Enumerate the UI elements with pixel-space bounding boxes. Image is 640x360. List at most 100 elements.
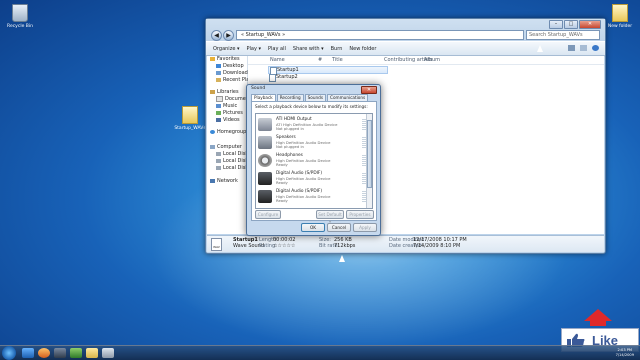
network-icon xyxy=(210,179,215,183)
new-folder-button[interactable]: New folder xyxy=(349,46,376,52)
device-list-scrollbar[interactable] xyxy=(366,114,372,208)
file-name: Startup1 xyxy=(277,67,299,73)
ie-icon[interactable] xyxy=(22,348,34,358)
taskbar: 2:03 PM 7/14/2009 xyxy=(0,345,640,360)
desktop-icon-startup-folder[interactable]: Startup_WAVs xyxy=(170,106,210,131)
explorer-taskbar-icon[interactable] xyxy=(86,348,98,358)
mouse-pointer-icon xyxy=(339,255,345,262)
startup-folder-label: Startup_WAVs xyxy=(174,126,206,131)
nav-label: Videos xyxy=(223,117,240,123)
nav-label: Music xyxy=(223,103,238,109)
file-row[interactable]: Startup1 xyxy=(268,66,388,75)
nav-music[interactable]: Music xyxy=(216,103,237,109)
maximize-button[interactable]: □ xyxy=(564,20,578,29)
nav-homegroup[interactable]: Homegroup xyxy=(210,129,246,135)
disk-icon xyxy=(216,166,221,170)
wav-file-large-icon: WAV xyxy=(211,238,222,251)
disk-icon xyxy=(216,159,221,163)
scrollbar-thumb[interactable] xyxy=(367,120,372,188)
nav-favorites[interactable]: Favorites xyxy=(210,56,240,62)
mouse-pointer-icon xyxy=(537,45,543,52)
device-item[interactable]: Digital Audio (S/PDIF) High Definition A… xyxy=(256,188,366,205)
recent-places-icon xyxy=(216,78,221,82)
nav-desktop[interactable]: Desktop xyxy=(216,63,244,69)
sound-taskbar-icon[interactable] xyxy=(102,348,114,358)
media-player-icon[interactable] xyxy=(54,348,66,358)
speakers-icon xyxy=(258,136,272,149)
nav-computer[interactable]: Computer xyxy=(210,144,242,150)
nav-label: Pictures xyxy=(223,110,243,116)
view-options-icon[interactable] xyxy=(568,45,575,51)
start-button[interactable] xyxy=(2,346,16,360)
music-icon xyxy=(216,104,221,108)
minimize-button[interactable]: – xyxy=(549,20,563,29)
column-title[interactable]: Title xyxy=(332,57,343,63)
device-status: Not plugged in xyxy=(276,144,304,149)
share-with-button[interactable]: Share with ▾ xyxy=(293,46,324,52)
configure-button[interactable]: Configure xyxy=(255,210,281,219)
nav-network[interactable]: Network xyxy=(210,178,238,184)
desktop-icon-recycle-bin[interactable]: Recycle Bin xyxy=(0,4,40,29)
organize-button[interactable]: Organize ▾ xyxy=(213,46,240,52)
address-bar[interactable]: « Startup_WAVs » xyxy=(236,30,524,40)
device-item[interactable]: Headphones High Definition Audio Device … xyxy=(256,152,366,169)
play-button[interactable]: Play ▾ xyxy=(247,46,262,52)
tab-communications[interactable]: Communications xyxy=(327,94,369,101)
sound-dialog[interactable]: Sound ✕ Playback Recording Sounds Commun… xyxy=(246,84,381,236)
device-status: Ready xyxy=(276,162,288,167)
set-default-button[interactable]: Set Default ▾ xyxy=(316,210,344,224)
tab-sounds[interactable]: Sounds xyxy=(304,94,327,101)
file-type-tag: WAV xyxy=(213,245,220,249)
column-album[interactable]: Album xyxy=(424,57,440,63)
digital-audio-icon xyxy=(258,190,272,203)
system-clock[interactable]: 2:03 PM 7/14/2009 xyxy=(616,348,634,358)
cancel-button[interactable]: Cancel xyxy=(327,223,351,232)
window-controls: – □ ✕ xyxy=(549,20,601,29)
device-item[interactable]: ATI HDMI Output ATI High Definition Audi… xyxy=(256,116,366,133)
ok-button[interactable]: OK xyxy=(301,223,325,232)
close-button[interactable]: ✕ xyxy=(579,20,601,29)
recycle-bin-label: Recycle Bin xyxy=(7,24,33,29)
nav-libraries[interactable]: Libraries xyxy=(210,89,239,95)
nav-label: Libraries xyxy=(217,89,239,95)
recycle-bin-icon xyxy=(12,4,28,22)
new-folder-label: New folder xyxy=(607,24,633,29)
clock-date: 7/14/2009 xyxy=(615,353,634,357)
search-input[interactable]: Search Startup_WAVs xyxy=(526,30,600,40)
back-button[interactable]: ◀ xyxy=(211,30,222,41)
libraries-icon xyxy=(210,90,215,94)
burn-button[interactable]: Burn xyxy=(331,46,343,52)
help-icon[interactable] xyxy=(592,45,599,51)
nav-videos[interactable]: Videos xyxy=(216,117,240,123)
apply-button[interactable]: Apply xyxy=(353,223,377,232)
tab-recording[interactable]: Recording xyxy=(276,94,304,101)
device-item[interactable]: Digital Audio (S/PDIF) High Definition A… xyxy=(256,170,366,187)
column-name[interactable]: Name xyxy=(270,57,285,63)
desktop-icon-new-folder[interactable]: New folder xyxy=(600,4,640,29)
nav-label: Network xyxy=(217,178,238,184)
hdmi-monitor-icon xyxy=(258,118,272,131)
device-item[interactable]: Speakers High Definition Audio Device No… xyxy=(256,134,366,151)
nav-local-disk-3[interactable]: Local Disk xyxy=(216,165,248,171)
firefox-icon[interactable] xyxy=(38,348,50,358)
dialog-close-button[interactable]: ✕ xyxy=(361,86,377,94)
nav-label: Local Disk xyxy=(223,158,249,164)
up-arrow-stem xyxy=(590,320,606,326)
forward-button[interactable]: ▶ xyxy=(223,30,234,41)
bitrate-value: 712kbps xyxy=(334,243,356,249)
nav-downloads[interactable]: Downloads xyxy=(216,70,250,76)
play-all-button[interactable]: Play all xyxy=(268,46,286,52)
nav-local-disk-1[interactable]: Local Disk xyxy=(216,151,248,157)
preview-pane-icon[interactable] xyxy=(580,45,587,51)
nav-local-disk-2[interactable]: Local Disk xyxy=(216,158,248,164)
nav-pictures[interactable]: Pictures xyxy=(216,110,243,116)
file-row[interactable]: Startup2 xyxy=(268,74,386,82)
created-value: 7/14/2009 8:10 PM xyxy=(413,243,461,249)
device-list[interactable]: ATI HDMI Output ATI High Definition Audi… xyxy=(255,113,373,209)
app-icon[interactable] xyxy=(70,348,82,358)
column-number[interactable]: # xyxy=(318,57,322,63)
properties-button[interactable]: Properties xyxy=(346,210,374,219)
star-icon xyxy=(210,57,215,61)
navigation-pane: Favorites Desktop Downloads Recent Place… xyxy=(207,56,258,234)
rating-stars[interactable]: ☆☆☆☆☆ xyxy=(273,243,295,249)
